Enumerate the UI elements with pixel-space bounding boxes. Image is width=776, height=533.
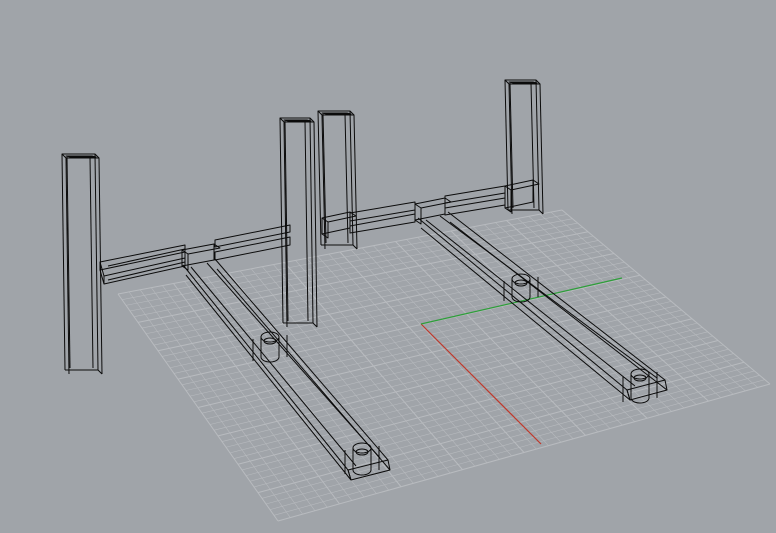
rail-edge (182, 264, 349, 471)
beam-edge (349, 201, 416, 222)
post-edge (539, 83, 544, 215)
post-edge (94, 153, 99, 371)
wireframe-scene[interactable] (0, 0, 776, 533)
beam-edge (444, 197, 506, 216)
beam-edge (99, 244, 186, 271)
block-face (181, 243, 215, 267)
post-edge (283, 119, 312, 122)
post-edge (61, 153, 66, 371)
block-face (504, 179, 534, 209)
rhino-perspective-viewport[interactable] (0, 0, 776, 533)
back-crossbar-right[interactable] (444, 185, 506, 216)
post-edge (89, 156, 94, 369)
model-wireframe[interactable] (61, 79, 668, 481)
grid-line (277, 383, 771, 522)
joint-left[interactable] (181, 243, 221, 271)
beam-edge (214, 236, 291, 261)
beam-edge (107, 248, 186, 281)
rail-edge (190, 266, 357, 467)
post-edge (317, 110, 322, 246)
post-edge (508, 81, 538, 84)
rail-edge (447, 211, 666, 381)
grid-line (269, 375, 760, 510)
post-edge (304, 120, 309, 322)
post-edge (65, 369, 103, 375)
post-edge (279, 117, 284, 324)
back-crossbar-left[interactable] (99, 244, 186, 285)
post-left[interactable] (61, 153, 103, 375)
post-edge (321, 112, 352, 115)
post-edge (535, 79, 540, 211)
rail-edge (449, 221, 668, 391)
post-edge (344, 113, 349, 244)
post-edge (508, 209, 544, 215)
grid-line (265, 370, 755, 505)
post-edge (321, 244, 358, 250)
post-edge (65, 155, 97, 158)
rail-edge (216, 268, 391, 471)
construction-grid (117, 209, 771, 522)
post-center-left[interactable] (279, 117, 318, 328)
post-center-right[interactable] (317, 110, 358, 250)
beam-edge (444, 185, 506, 204)
grid-line (273, 379, 765, 516)
post-edge (313, 121, 318, 328)
post-edge (353, 114, 358, 250)
beam-edge (214, 224, 291, 248)
block-side (414, 208, 422, 225)
joint-center[interactable] (321, 211, 357, 239)
beam-edge (349, 213, 416, 234)
grid-line (517, 218, 721, 398)
rail-edge (417, 217, 628, 391)
